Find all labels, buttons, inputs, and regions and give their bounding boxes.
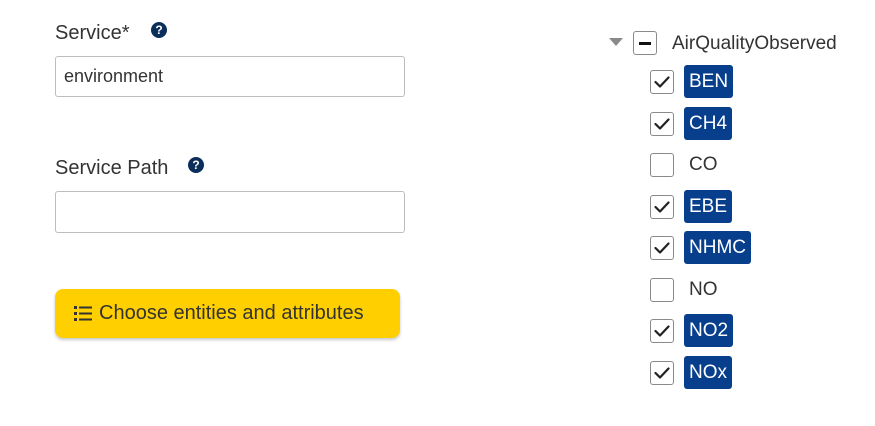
attribute-label[interactable]: BEN — [684, 65, 734, 98]
checkmark-icon — [654, 76, 670, 88]
attribute-checkbox[interactable] — [650, 319, 674, 343]
attribute-label[interactable]: NO — [684, 273, 723, 306]
service-path-label: Service Path — [55, 157, 169, 179]
attribute-checkbox[interactable] — [650, 70, 674, 94]
attribute-checkbox[interactable] — [650, 278, 674, 302]
attribute-label[interactable]: NO2 — [684, 314, 734, 347]
service-path-help-icon[interactable]: ? — [188, 157, 204, 173]
checkmark-icon — [654, 325, 670, 337]
service-help-icon[interactable]: ? — [151, 22, 167, 38]
checkmark-icon — [654, 242, 670, 254]
checkmark-icon — [654, 118, 670, 130]
choose-entities-label: Choose entities and attributes — [99, 302, 364, 324]
tree-root-label: AirQualityObserved — [672, 33, 837, 54]
attribute-label[interactable]: EBE — [684, 190, 733, 223]
attribute-label[interactable]: CO — [684, 148, 723, 181]
attribute-checkbox[interactable] — [650, 236, 674, 260]
checkmark-icon — [654, 201, 670, 213]
collapse-caret-icon[interactable] — [609, 38, 623, 47]
attribute-label[interactable]: NOx — [684, 356, 732, 389]
attribute-checkbox[interactable] — [650, 153, 674, 177]
service-input[interactable]: environment — [55, 56, 405, 97]
attribute-label[interactable]: CH4 — [684, 107, 733, 140]
list-icon — [74, 306, 92, 321]
root-checkbox-indeterminate[interactable] — [633, 31, 657, 55]
choose-entities-button[interactable]: Choose entities and attributes — [55, 289, 400, 338]
service-label: Service* — [55, 22, 130, 44]
attribute-checkbox[interactable] — [650, 195, 674, 219]
service-path-input[interactable] — [55, 191, 405, 233]
attribute-checkbox[interactable] — [650, 361, 674, 385]
checkmark-icon — [654, 367, 670, 379]
attribute-label[interactable]: NHMC — [684, 231, 751, 264]
attribute-checkbox[interactable] — [650, 112, 674, 136]
